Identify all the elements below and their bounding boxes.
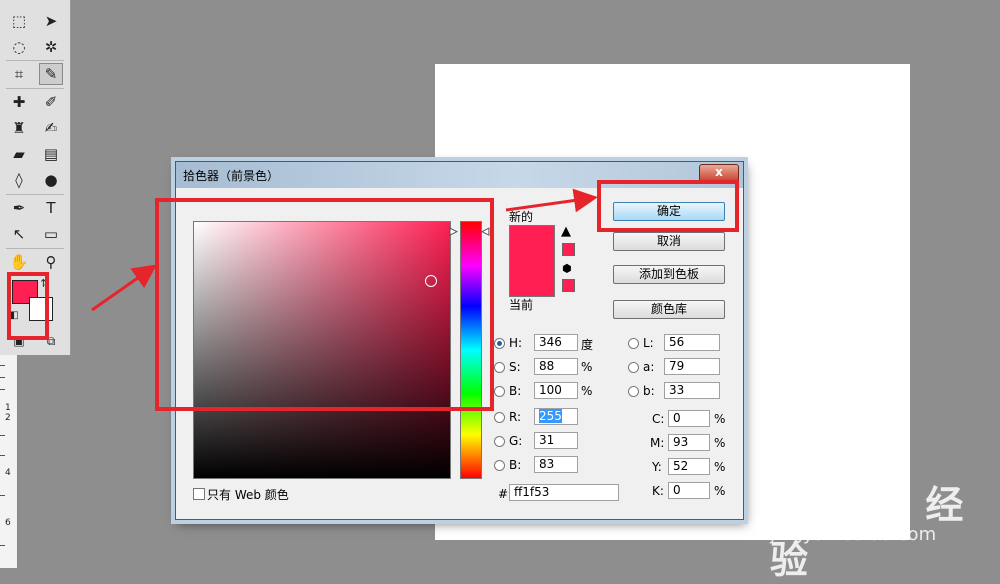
baidu-jingyan-watermark: Bai du 经验 jingyan.baidu.com [770,460,990,582]
annotation-arrow [505,188,598,213]
watermark-url: jingyan.baidu.com [770,524,937,545]
annotation-arrow [91,264,157,312]
